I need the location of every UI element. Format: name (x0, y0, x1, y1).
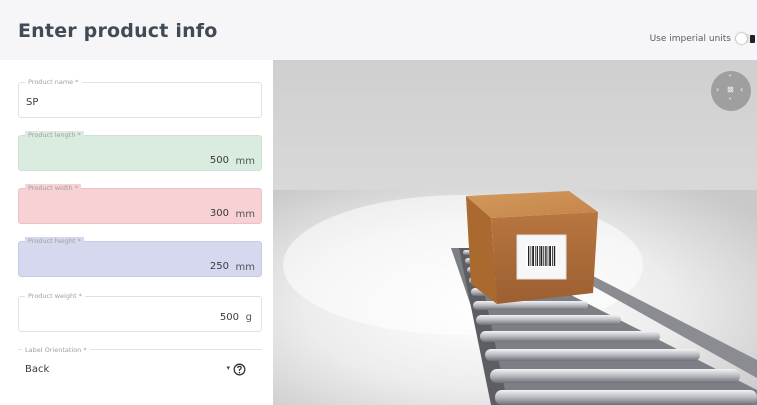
nav-left-icon[interactable]: › (716, 86, 719, 94)
barcode-label (516, 234, 567, 280)
product-length-field[interactable]: Product length * 500 mm (18, 131, 262, 171)
product-length-unit: mm (235, 156, 255, 167)
product-width-unit: mm (235, 209, 255, 220)
scene-canvas (273, 60, 757, 405)
product-length-value[interactable]: 500 (210, 155, 229, 166)
product-name-label: Product name * (25, 78, 82, 86)
toggle-track-end (750, 35, 755, 43)
product-width-value[interactable]: 300 (210, 208, 229, 219)
product-width-field[interactable]: Product width * 300 mm (18, 184, 262, 224)
view-orientation-icon[interactable]: ˅ › ⊠ ‹ ˄ (711, 71, 751, 111)
chevron-down-icon[interactable]: ▾ (226, 364, 230, 372)
header: Enter product info Use imperial units (0, 0, 757, 60)
product-height-value[interactable]: 250 (210, 261, 229, 272)
product-length-label: Product length * (25, 131, 84, 139)
label-orientation-label: Label Orientation * (22, 346, 90, 354)
product-weight-unit: g (245, 312, 252, 323)
product-3d-viewer[interactable]: ˅ › ⊠ ‹ ˄ (273, 60, 757, 405)
product-name-value[interactable]: SP (26, 97, 38, 108)
product-width-label: Product width * (25, 184, 81, 192)
nav-right-icon[interactable]: ‹ (740, 86, 743, 94)
product-height-label: Product height * (25, 237, 84, 245)
product-height-field[interactable]: Product height * 250 mm (18, 237, 262, 277)
help-icon[interactable] (233, 361, 246, 380)
imperial-units-toggle[interactable] (735, 33, 755, 44)
product-weight-field[interactable]: Product weight * 500 g (18, 292, 262, 332)
product-box (466, 191, 598, 304)
label-orientation-select[interactable]: Label Orientation * Back ▾ (18, 346, 262, 389)
imperial-units-label: Use imperial units (649, 34, 731, 44)
product-weight-value[interactable]: 500 (220, 312, 239, 323)
page-title: Enter product info (18, 20, 218, 42)
product-name-field[interactable]: Product name * SP (18, 78, 262, 118)
label-orientation-value[interactable]: Back (25, 364, 49, 375)
toggle-knob (736, 33, 747, 44)
nav-up-icon[interactable]: ˅ (728, 75, 732, 83)
product-weight-label: Product weight * (25, 292, 85, 300)
nav-center-icon[interactable]: ⊠ (727, 86, 734, 94)
product-height-unit: mm (235, 262, 255, 273)
nav-down-icon[interactable]: ˄ (728, 98, 732, 106)
